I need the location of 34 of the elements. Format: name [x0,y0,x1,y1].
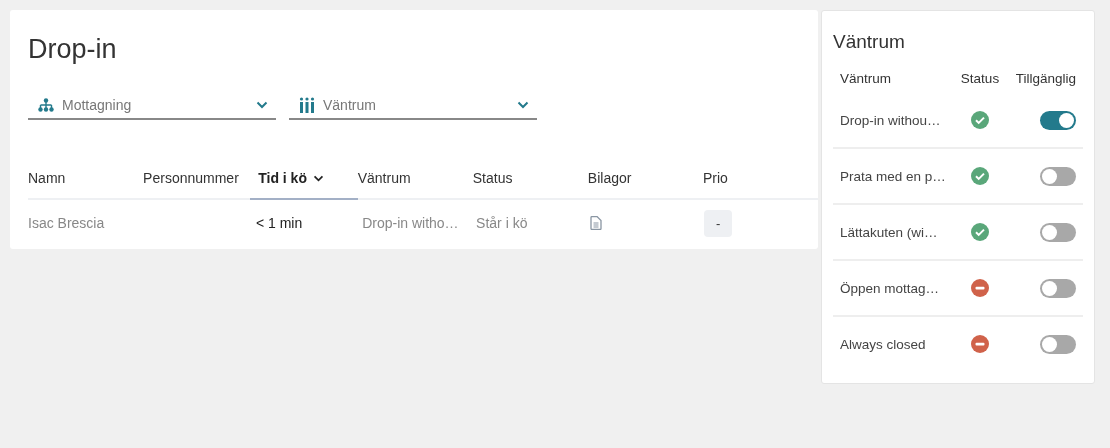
table-cell-text: Isac Brescia [28,215,106,231]
chevron-down-icon [256,101,268,109]
chevron-down-icon [517,101,529,109]
document-icon[interactable] [590,216,603,230]
column-header[interactable]: Namn [28,158,144,198]
chevron-down-icon [312,174,324,182]
people-icon [299,97,315,113]
priority-badge[interactable]: - [704,209,733,237]
toggle-switch[interactable] [1040,110,1076,130]
column-header[interactable]: Status [472,158,588,198]
page-title: Drop-in [28,33,118,66]
room-name: Always closed [840,336,927,352]
dropdown[interactable]: Mottagning [28,96,276,120]
dropdown[interactable]: Väntrum [289,96,537,120]
column-header[interactable]: Väntrum [357,158,473,198]
toggle-switch[interactable] [1040,222,1076,242]
room-name: Drop-in withou… [840,112,942,128]
column-header: Väntrum [840,70,893,86]
table-cell-text: Drop-in witho… [362,215,460,231]
room-name: Prata med en p… [840,168,947,184]
hierarchy-icon [38,98,54,112]
toggle-switch[interactable] [1040,166,1076,186]
column-header[interactable]: Tid i kö [250,158,358,200]
column-header[interactable]: Prio [702,158,819,198]
room-name: Öppen mottag… [840,280,941,296]
column-header[interactable]: Bilagor [587,158,703,198]
panel-title: Väntrum [833,30,906,54]
toggle-switch[interactable] [1040,278,1076,298]
toggle-switch[interactable] [1040,334,1076,354]
room-name: Lättakuten (wi… [840,224,939,240]
table-cell-text: Står i kö [476,215,529,231]
column-header: Tillgänglig [1014,70,1076,86]
column-header: Status [959,70,1001,86]
table-cell-text: < 1 min [255,215,304,231]
